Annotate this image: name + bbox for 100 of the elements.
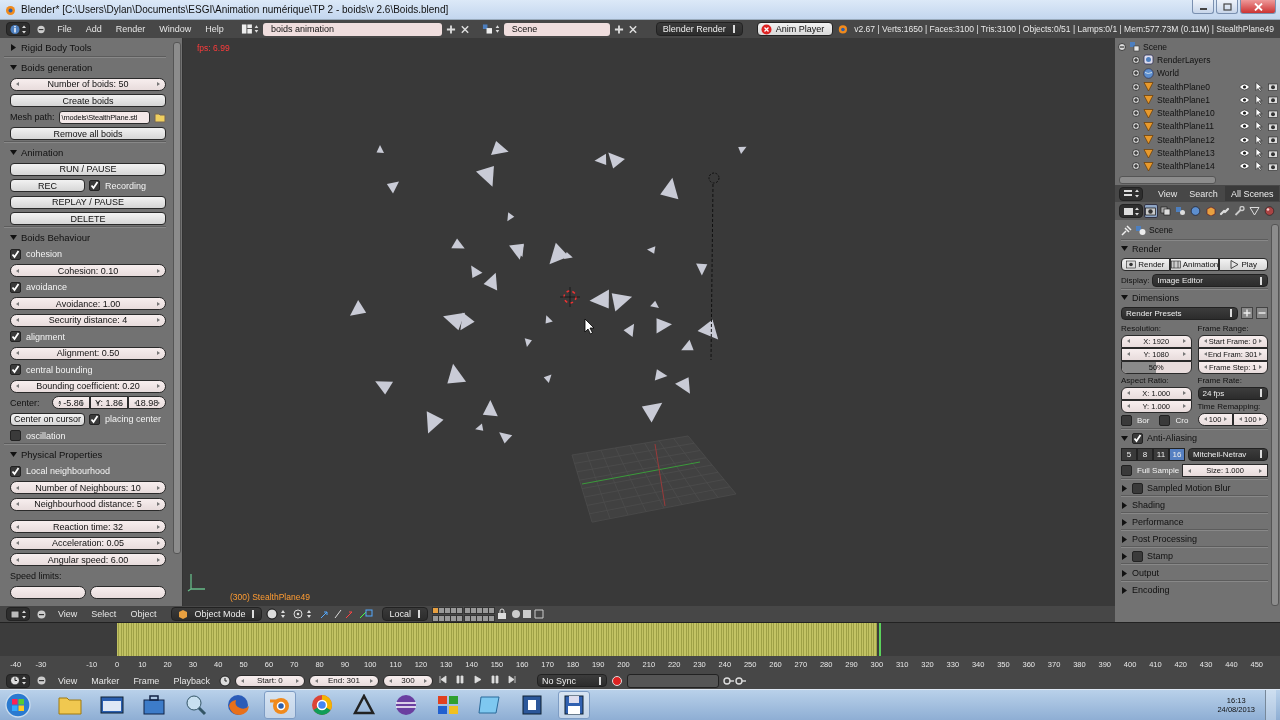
properties-tab[interactable] [1262, 204, 1277, 218]
collapse-icon[interactable] [37, 609, 46, 619]
start-button[interactable] [4, 691, 32, 719]
eye-icon[interactable] [1239, 95, 1250, 104]
checkbox[interactable]: Recording [89, 180, 147, 192]
record-icon[interactable] [610, 674, 623, 687]
menu-item[interactable]: Add [80, 24, 107, 34]
show-desktop-button[interactable] [1265, 690, 1276, 720]
editor-type-button[interactable] [1119, 204, 1143, 218]
eye-icon[interactable] [1239, 162, 1250, 171]
maximize-button[interactable] [1216, 0, 1238, 14]
number-field[interactable] [10, 586, 86, 600]
panel-header[interactable]: Shading [1132, 500, 1166, 510]
minimize-button[interactable] [1192, 0, 1214, 14]
menu-item[interactable]: View [53, 675, 83, 686]
anim-player-button[interactable]: Anim Player [756, 22, 834, 36]
number-field[interactable]: Angular speed: 6.00 [10, 553, 166, 567]
key-icon[interactable] [722, 674, 747, 687]
number-field[interactable]: Avoidance: 1.00 [10, 297, 166, 311]
action-button[interactable]: REC [10, 179, 85, 193]
collapse-icon[interactable] [1118, 42, 1126, 51]
outliner-item[interactable]: StealthPlane10 [1157, 108, 1236, 119]
expand-icon[interactable] [1132, 109, 1140, 118]
checkbox[interactable]: placing center [89, 413, 162, 425]
menu-item[interactable]: Help [200, 24, 229, 34]
display-dropdown[interactable]: Image Editor [1152, 274, 1268, 288]
number-field[interactable]: Neighbourhood distance: 5 [10, 497, 166, 511]
eye-icon[interactable] [1239, 135, 1250, 144]
panel-header[interactable]: Performance [1132, 517, 1184, 527]
number-field[interactable]: 300 [382, 674, 433, 687]
checkbox[interactable]: central bounding [10, 364, 93, 376]
checkbox[interactable]: Full Sample [1121, 465, 1180, 477]
sample-button[interactable]: 11 [1153, 447, 1169, 461]
properties-tab[interactable] [1203, 204, 1217, 218]
render-button[interactable]: Animation [1169, 257, 1220, 271]
pointer-icon[interactable] [1255, 148, 1263, 158]
presets-dropdown[interactable]: Render Presets [1121, 306, 1238, 320]
camera-icon[interactable] [1268, 82, 1278, 92]
action-button[interactable]: DELETE [10, 212, 166, 226]
close-icon[interactable] [627, 23, 638, 35]
action-button[interactable]: Center on cursor [10, 412, 85, 426]
number-field[interactable]: Y: 1.86 [90, 396, 128, 410]
eye-icon[interactable] [1239, 149, 1250, 157]
action-button[interactable]: RUN / PAUSE [10, 162, 166, 176]
camera-icon[interactable] [1268, 108, 1278, 118]
checkbox[interactable] [1132, 550, 1143, 562]
editor-type-button[interactable] [6, 22, 30, 36]
checkbox[interactable] [1132, 482, 1143, 494]
orientation-dropdown[interactable]: Local [382, 607, 428, 621]
expand-icon[interactable] [1132, 122, 1140, 131]
layer-buttons[interactable] [431, 606, 493, 622]
number-field[interactable]: End: 301 [308, 674, 379, 687]
render-button[interactable]: Render [1121, 257, 1170, 271]
properties-tab[interactable] [1232, 204, 1247, 218]
manipulator-icons[interactable] [318, 608, 375, 620]
pointer-icon[interactable] [1255, 81, 1263, 92]
action-button[interactable]: Remove all boids [10, 127, 166, 141]
editor-type-button[interactable] [6, 673, 30, 688]
number-field[interactable]: : -5.86 [52, 396, 90, 410]
expand-icon[interactable] [1132, 149, 1140, 157]
camera-icon[interactable] [1268, 135, 1278, 145]
checkbox[interactable]: alignment [10, 331, 66, 343]
filter-dropdown[interactable]: Mitchell-Netrav [1188, 447, 1268, 461]
layout-field[interactable]: boids animation [262, 22, 442, 36]
expand-icon[interactable] [1132, 69, 1140, 78]
add-icon[interactable] [1241, 307, 1253, 320]
pointer-icon[interactable] [1255, 94, 1263, 105]
menu-item[interactable]: Window [154, 24, 197, 34]
camera-icon[interactable] [1268, 95, 1278, 105]
eye-icon[interactable] [1239, 122, 1250, 131]
menu-item[interactable]: File [52, 24, 77, 34]
checkbox[interactable]: Bor [1121, 415, 1150, 427]
expand-icon[interactable] [1132, 82, 1140, 91]
number-field[interactable]: Start: 0 [234, 674, 305, 687]
menu-item[interactable]: Select [86, 609, 122, 619]
render-preview-icon[interactable] [510, 608, 545, 620]
properties-tab[interactable] [1158, 204, 1173, 218]
pointer-icon[interactable] [1255, 121, 1263, 132]
render-button[interactable]: Play [1219, 257, 1268, 271]
action-button[interactable]: Create boids [10, 94, 166, 108]
number-field[interactable]: Security distance: 4 [10, 313, 166, 327]
panel-header[interactable]: Rigid Body Tools [4, 38, 166, 57]
number-field[interactable]: Alignment: 0.50 [10, 346, 166, 360]
panel-header[interactable]: Dimensions [1121, 289, 1268, 305]
number-field[interactable]: Number of Neighbours: 10 [10, 481, 166, 495]
frame-rate-dropdown[interactable]: 24 fps [1197, 386, 1268, 400]
panel-header[interactable]: Boids generation [4, 57, 166, 76]
sample-button[interactable]: 16 [1169, 447, 1185, 461]
number-field[interactable]: 18.98 [128, 396, 166, 410]
expand-icon[interactable] [1132, 55, 1140, 64]
checkbox[interactable] [1132, 432, 1143, 444]
checkbox[interactable]: Cro [1159, 415, 1189, 427]
lock-icon[interactable] [496, 608, 507, 620]
eye-icon[interactable] [1239, 109, 1250, 118]
properties-tab[interactable] [1144, 204, 1158, 218]
keyframe-range[interactable] [117, 623, 877, 657]
properties-tab[interactable] [1173, 204, 1188, 218]
outliner-item[interactable]: StealthPlane1 [1157, 94, 1236, 105]
camera-icon[interactable] [1268, 161, 1278, 171]
camera-icon[interactable] [1268, 148, 1278, 158]
